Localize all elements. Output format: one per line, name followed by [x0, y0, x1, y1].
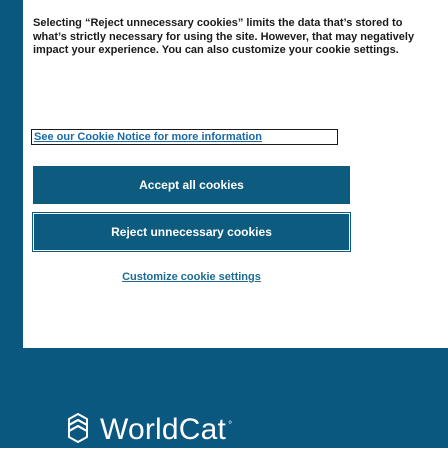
customize-cookie-settings-link[interactable]: Customize cookie settings [33, 268, 350, 286]
cookie-consent-body: Selecting “Reject unnecessary cookies” l… [33, 17, 438, 58]
brand-trademark: ° [228, 420, 233, 431]
reject-unnecessary-cookies-button[interactable]: Reject unnecessary cookies [32, 212, 351, 252]
worldcat-logo[interactable]: WorldCat ° [62, 403, 232, 453]
worldcat-logo-icon [68, 413, 88, 443]
cookie-description: Selecting “Reject unnecessary cookies” l… [33, 17, 415, 56]
page-background: Selecting “Reject unnecessary cookies” l… [0, 0, 448, 448]
brand-name: WorldCat [100, 413, 227, 446]
accept-all-cookies-button[interactable]: Accept all cookies [33, 166, 350, 204]
cookie-notice-link[interactable]: See our Cookie Notice for more informati… [31, 129, 338, 145]
worldcat-wordmark: WorldCat ° [100, 410, 232, 446]
cookie-consent-panel: Selecting “Reject unnecessary cookies” l… [23, 0, 448, 348]
